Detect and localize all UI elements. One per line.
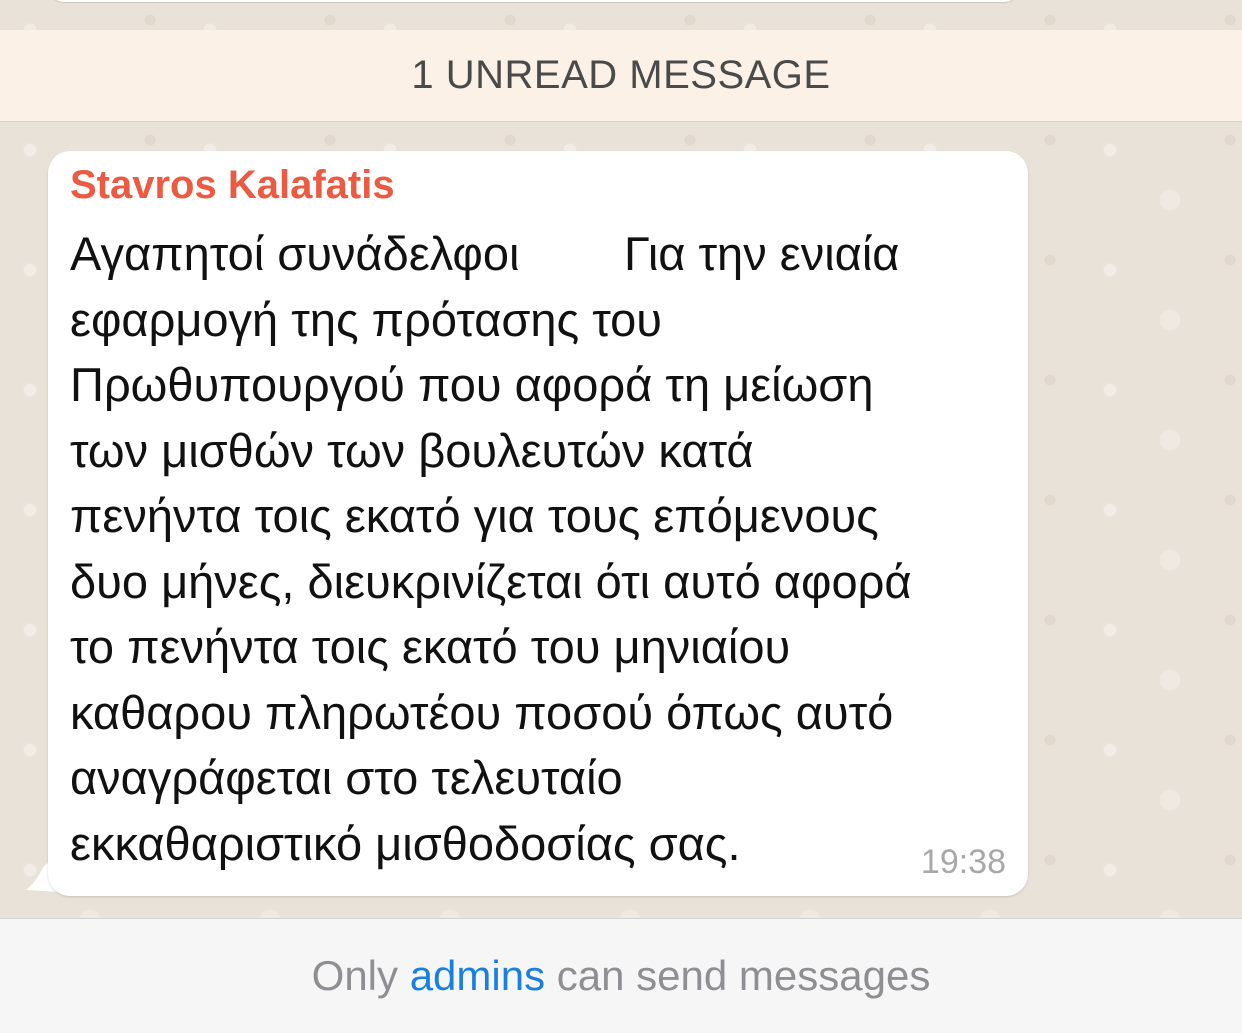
message-timestamp: 19:38: [920, 843, 1006, 881]
message-line: αναγράφεται στο τελευταίο: [70, 751, 623, 804]
composer-restricted-bar: Only admins can send messages: [0, 918, 1242, 1033]
notice-prefix: Only: [311, 952, 399, 999]
message-line: Πρωθυπουργού που αφορά τη μείωση: [70, 358, 874, 411]
sender-name[interactable]: Stavros Kalafatis: [70, 163, 395, 208]
message-text: Αγαπητοί συνάδελφοι Για την ενιαία εφαρμ…: [70, 221, 1020, 876]
admins-link[interactable]: admins: [410, 952, 545, 999]
message-bubble[interactable]: Stavros Kalafatis Αγαπητοί συνάδελφοι Γι…: [48, 151, 1028, 896]
message-line: καθαρου πληρωτέου ποσού όπως αυτό: [70, 685, 894, 739]
message-line: το πενήντα τοις εκατό του μηνιαίου: [70, 620, 791, 673]
message-line: των μισθών των βουλευτών κατά: [70, 423, 754, 477]
unread-messages-banner: 1 UNREAD MESSAGE: [0, 30, 1242, 121]
unread-messages-label: 1 UNREAD MESSAGE: [411, 53, 831, 97]
message-line: Αγαπητοί συνάδελφοι Για την ενιαία: [70, 227, 900, 280]
previous-message-bubble[interactable]: [48, 0, 1020, 2]
message-line: δυο μήνες, διευκρινίζεται ότι αυτό αφορά: [70, 554, 912, 608]
notice-suffix: can send messages: [556, 952, 931, 999]
message-line: εκκαθαριστικό μισθοδοσίας σας.: [70, 816, 741, 870]
message-line: πενήντα τοις εκατό για τους επόμενους: [70, 489, 879, 542]
admins-only-notice: Only admins can send messages: [312, 952, 931, 1000]
chat-area[interactable]: 1 UNREAD MESSAGE Stavros Kalafatis Αγαπη…: [0, 0, 1242, 918]
message-line: εφαρμογή της πρότασης του: [70, 292, 662, 346]
